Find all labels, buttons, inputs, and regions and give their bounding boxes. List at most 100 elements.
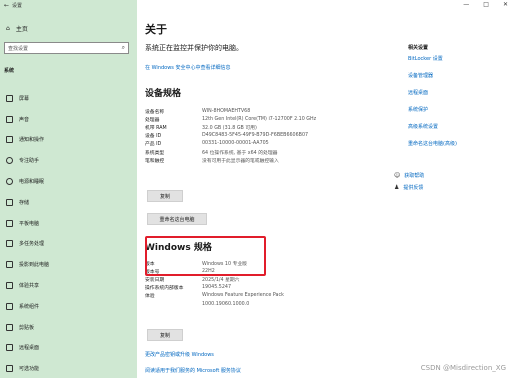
spec-value: D49C8483-5F45-49F9-B79D-F6BEB6606B07 [202, 133, 309, 139]
spec-key: 笔和触控 [145, 158, 165, 164]
multitask-icon [6, 240, 13, 248]
sidebar-item-storage[interactable]: 存储 [0, 192, 137, 213]
window-title: 设置 [12, 3, 23, 9]
home-label: 主页 [15, 26, 28, 33]
project-icon [6, 261, 13, 269]
spec-value: 64 位操作系统, 基于 x64 的处理器 [202, 150, 278, 156]
sidebar-item-display[interactable]: 屏幕 [0, 88, 137, 109]
sidebar-item-label: 投影到此电脑 [19, 262, 50, 269]
security-center-link[interactable]: 在 Windows 安全中心中查看详细信息 [145, 64, 231, 71]
protection-status: 系统正在监控并保护你的电脑。 [145, 44, 243, 52]
sidebar-item-clipboard[interactable]: 剪贴板 [0, 317, 137, 338]
sidebar-item-label: 多任务处理 [19, 241, 45, 248]
spec-key: 机带 RAM [145, 125, 167, 131]
device-spec-table: 设备名称 WIN-8HOMAEHTV68 处理器 12th Gen Intel(R)… [145, 107, 316, 164]
remote-desktop-link[interactable]: 远程桌面 [408, 89, 428, 96]
copy-windows-specs-button[interactable]: 复制 [147, 329, 183, 341]
sidebar-item-label: 剪贴板 [19, 324, 35, 331]
spec-key: 设备名称 [145, 109, 165, 115]
search-icon: ⌕ [121, 44, 125, 51]
optional-features-icon [6, 365, 13, 373]
sidebar-item-label: 专注助手 [19, 158, 40, 165]
spec-value: 12th Gen Intel(R) Core(TM) i7-12700F 2.1… [202, 116, 317, 122]
system-protection-link[interactable]: 系统保护 [408, 106, 428, 113]
sidebar-item-components[interactable]: 系统组件 [0, 296, 137, 317]
watermark: CSDN @Misdirection_XG [420, 364, 506, 372]
spec-row: 设备名称 WIN-8HOMAEHTV68 [145, 107, 316, 115]
maximize-button[interactable]: □ [483, 1, 489, 8]
search-input[interactable]: 查找设置 ⌕ [4, 42, 129, 54]
spec-key: 处理器 [145, 117, 160, 123]
help-icon: ☺ [394, 172, 401, 179]
display-icon [6, 94, 13, 102]
sidebar-item-shared-experiences[interactable]: 体验共享 [0, 275, 137, 296]
sidebar-nav: 屏幕 声音 通知和操作 专注助手 电源和睡眠 存储 平板电脑 多任务处理 投影到… [0, 88, 137, 378]
search-placeholder: 查找设置 [8, 46, 29, 52]
minimize-button[interactable]: — [463, 1, 469, 8]
device-manager-link[interactable]: 设备管理器 [408, 72, 433, 79]
sidebar-item-remote-desktop[interactable]: 远程桌面 [0, 338, 137, 359]
sidebar-item-power[interactable]: 电源和睡眠 [0, 171, 137, 192]
sidebar-item-sound[interactable]: 声音 [0, 109, 137, 130]
related-settings-heading: 相关设置 [408, 45, 429, 51]
spec-value: 32.0 GB (31.8 GB 可用) [202, 125, 257, 131]
moon-icon [6, 157, 13, 165]
sidebar-item-project[interactable]: 投影到此电脑 [0, 254, 137, 275]
home-icon: ⌂ [6, 25, 10, 32]
spec-row: 处理器 12th Gen Intel(R) Core(TM) i7-12700F … [145, 115, 316, 123]
window-title-bar: ← 设置 [4, 2, 22, 9]
back-arrow-icon[interactable]: ← [4, 2, 9, 9]
spec-row: 操作系统内部版本 19045.5247 [145, 284, 284, 292]
sidebar-item-optional-features[interactable]: 可选功能 [0, 358, 137, 378]
change-product-key-link[interactable]: 更改产品密钥或升级 Windows [145, 351, 214, 358]
spec-row: 设备 ID D49C8483-5F45-49F9-B79D-F6BEB6606B0… [145, 132, 316, 140]
spec-key: 操作系统内部版本 [145, 286, 184, 292]
sidebar-item-label: 电源和睡眠 [19, 179, 45, 186]
speaker-icon [6, 115, 13, 123]
bitlocker-link[interactable]: BitLocker 设置 [408, 55, 443, 62]
get-help-link[interactable]: ☺ 获取帮助 [394, 172, 424, 179]
highlight-box [145, 236, 266, 276]
sidebar-item-home[interactable]: ⌂ 主页 [6, 24, 28, 33]
service-agreement-link[interactable]: 阅读适用于我们服务的 Microsoft 服务协议 [145, 367, 241, 374]
spec-value: 2025/1/4 星期六 [202, 277, 240, 283]
clipboard-icon [6, 323, 13, 331]
components-icon [6, 302, 13, 310]
spec-value: 00331-10000-00001-AA705 [202, 141, 269, 147]
spec-key: 安装日期 [145, 277, 165, 283]
sidebar-item-label: 屏幕 [19, 95, 30, 102]
sidebar-item-label: 系统组件 [19, 303, 40, 310]
sidebar: ← 设置 ⌂ 主页 查找设置 ⌕ 系统 屏幕 声音 通知和操作 专注助手 电源和… [0, 0, 137, 378]
sidebar-item-notifications[interactable]: 通知和操作 [0, 130, 137, 151]
spec-row: 1000.19060.1000.0 [145, 300, 284, 308]
rename-pc-advanced-link[interactable]: 重命名这台电脑(高级) [408, 140, 457, 147]
storage-icon [6, 198, 13, 206]
spec-key: 产品 ID [145, 142, 162, 148]
copy-device-specs-button[interactable]: 复制 [147, 190, 183, 202]
spec-value: WIN-8HOMAEHTV68 [202, 108, 251, 114]
rename-pc-button[interactable]: 重命名这台电脑 [147, 213, 207, 225]
device-spec-heading: 设备规格 [145, 89, 182, 99]
main-content: — □ ✕ 关于 系统正在监控并保护你的电脑。 在 Windows 安全中心中查… [137, 0, 514, 378]
spec-value: 没有可用于此显示器的笔或触控输入 [202, 158, 279, 164]
remote-icon [6, 344, 13, 352]
advanced-system-settings-link[interactable]: 高级系统设置 [408, 123, 438, 130]
spec-value: 1000.19060.1000.0 [202, 301, 250, 307]
spec-value: 19045.5247 [202, 285, 231, 291]
sidebar-item-multitasking[interactable]: 多任务处理 [0, 234, 137, 255]
sidebar-item-label: 体验共享 [19, 283, 40, 290]
feedback-icon: ♟ [394, 184, 400, 191]
spec-key: 系统类型 [145, 150, 165, 156]
notification-icon [6, 136, 13, 144]
sidebar-item-tablet[interactable]: 平板电脑 [0, 213, 137, 234]
sidebar-item-label: 可选功能 [19, 366, 40, 373]
sidebar-item-focus-assist[interactable]: 专注助手 [0, 150, 137, 171]
sidebar-item-label: 远程桌面 [19, 345, 40, 352]
spec-key: 设备 ID [145, 134, 162, 140]
sidebar-item-label: 通知和操作 [19, 137, 45, 144]
spec-row: 体验 Windows Feature Experience Pack [145, 292, 284, 300]
give-feedback-link[interactable]: ♟ 提供反馈 [394, 184, 423, 191]
spec-row: 笔和触控 没有可用于此显示器的笔或触控输入 [145, 156, 316, 164]
sidebar-section-label: 系统 [4, 68, 15, 74]
close-button[interactable]: ✕ [503, 1, 508, 8]
